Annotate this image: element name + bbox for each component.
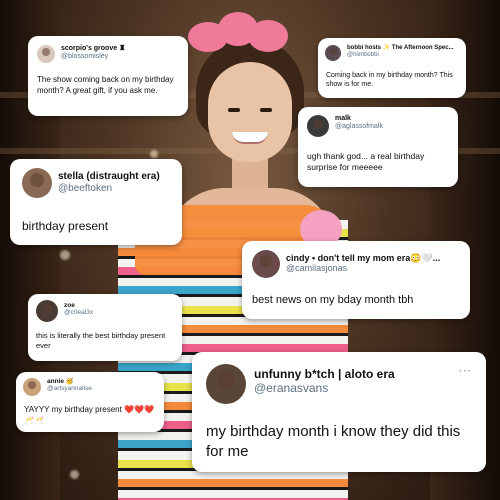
avatar[interactable] (23, 378, 41, 396)
tweet-card[interactable]: stella (distraught era) @beeftoken birth… (10, 159, 182, 245)
tweet-text: birthday present (22, 219, 109, 233)
tweet-card[interactable]: unfunny b*tch | aloto era @eranasvans ··… (192, 352, 486, 472)
username[interactable]: @aglassofmalk (335, 123, 383, 131)
avatar[interactable] (22, 168, 52, 198)
avatar[interactable] (206, 364, 246, 404)
display-name[interactable]: zoe (64, 302, 93, 309)
display-name[interactable]: malk (335, 115, 383, 123)
username[interactable]: @hiimbobbi (347, 52, 454, 59)
username[interactable]: @c0eal3x (64, 309, 93, 316)
tweet-text: ugh thank god... a real birthday surpris… (307, 151, 427, 173)
username[interactable]: @eranasvans (254, 381, 395, 396)
username[interactable]: @blossomisley (61, 53, 125, 61)
tweet-card[interactable]: scorpio's groove ♜ @blossomisley The sho… (28, 36, 188, 116)
username[interactable]: @beeftoken (58, 183, 160, 195)
avatar[interactable] (252, 250, 280, 278)
bokeh-light (70, 470, 79, 479)
display-name[interactable]: stella (distraught era) (58, 171, 160, 183)
display-name[interactable]: annie 🥳 (47, 378, 92, 385)
display-name[interactable]: scorpio's groove ♜ (61, 45, 125, 53)
display-name[interactable]: bobbi hosts ✨ The Afternoon Spec... (347, 45, 454, 52)
avatar[interactable] (37, 45, 55, 63)
more-options-icon[interactable]: ··· (459, 366, 472, 377)
tweet-card[interactable]: zoe @c0eal3x this is literally the best … (28, 294, 182, 361)
bokeh-light (150, 150, 158, 158)
tweet-text: best news on my bday month tbh (252, 294, 414, 306)
tweet-card[interactable]: cindy • don't tell my mom era😳🤍... @cami… (242, 241, 470, 319)
eye (260, 108, 272, 112)
tweet-card[interactable]: annie 🥳 @artsyannalise YAYYY my birthday… (16, 372, 164, 432)
tweet-card[interactable]: bobbi hosts ✨ The Afternoon Spec... @hii… (318, 38, 466, 98)
display-name[interactable]: unfunny b*tch | aloto era (254, 367, 395, 382)
tweet-text: YAYYY my birthday present ❤️❤️❤️ 🥂🥂 (24, 405, 157, 425)
tweet-text: The show coming back on my birthday mont… (37, 75, 176, 95)
tweet-text: this is literally the best birthday pres… (36, 331, 168, 350)
avatar[interactable] (36, 300, 58, 322)
display-name[interactable]: cindy • don't tell my mom era😳🤍... (286, 253, 440, 263)
tweet-text: my birthday month i know they did this f… (206, 423, 465, 460)
tweet-text: Coming back in my birthday month? This s… (326, 72, 455, 89)
username[interactable]: @camilasjonas (286, 263, 440, 273)
face (208, 62, 292, 162)
tweet-card[interactable]: malk @aglassofmalk ugh thank god... a re… (298, 107, 458, 187)
avatar[interactable] (325, 45, 341, 61)
hair-bow (188, 12, 288, 58)
bokeh-light (60, 250, 70, 260)
eye (228, 108, 240, 112)
avatar[interactable] (307, 115, 329, 137)
username[interactable]: @artsyannalise (47, 385, 92, 392)
